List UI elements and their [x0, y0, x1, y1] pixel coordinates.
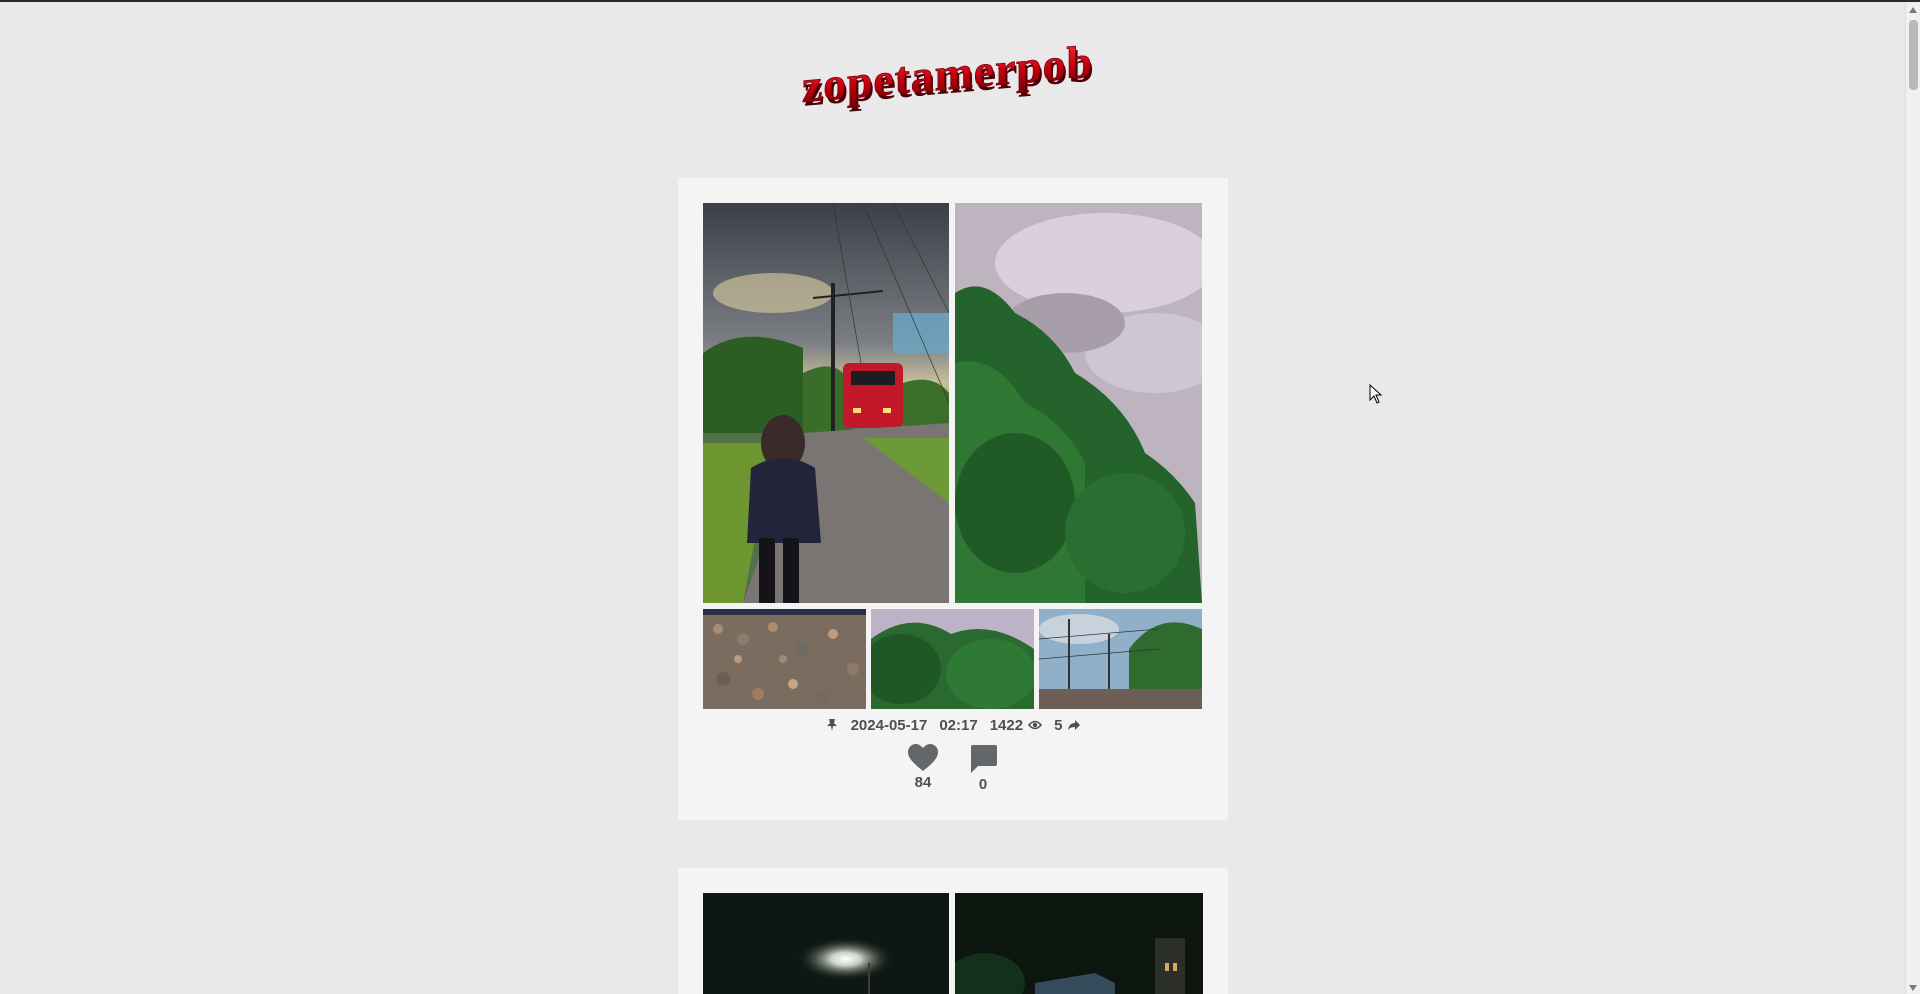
post-card	[678, 868, 1228, 994]
scroll-down-arrow-icon[interactable]	[1909, 985, 1917, 991]
pin-icon	[826, 719, 837, 731]
post-card: 2024-05-17 02:17 1422 5 84 0	[678, 178, 1228, 820]
scrollbar[interactable]	[1905, 2, 1920, 994]
post-date: 2024-05-17	[850, 716, 928, 734]
mouse-cursor-icon	[1369, 384, 1383, 404]
photo-railway-power-lines[interactable]	[1039, 609, 1202, 709]
photo-trees-cloudy-sky[interactable]	[955, 203, 1202, 603]
like-count: 84	[914, 774, 932, 791]
photo-green-trees[interactable]	[871, 609, 1034, 709]
eye-icon	[1028, 720, 1043, 730]
site-logo[interactable]: zopetamerpob zopetamerpob	[798, 36, 1108, 126]
post-time: 02:17	[939, 716, 978, 734]
site-header: zopetamerpob zopetamerpob	[0, 36, 1905, 126]
post-views-count: 1422	[989, 716, 1024, 734]
comment-button[interactable]: 0	[968, 744, 998, 794]
photo-gravel-stones[interactable]	[703, 609, 866, 709]
share-arrow-icon[interactable]	[1067, 719, 1081, 731]
post-shares-count: 5	[1054, 716, 1063, 734]
comment-count: 0	[978, 776, 988, 793]
speech-bubble-icon	[971, 745, 997, 773]
post-actions: 84 0	[678, 744, 1228, 794]
photo-railway-girl-train[interactable]	[703, 203, 949, 603]
heart-icon	[908, 744, 938, 771]
photo-night-house[interactable]	[955, 893, 1203, 994]
post-meta: 2024-05-17 02:17 1422 5	[678, 716, 1228, 734]
scrollbar-thumb[interactable]	[1909, 20, 1918, 90]
scroll-up-arrow-icon[interactable]	[1909, 7, 1917, 13]
photo-night-street-lamp[interactable]	[703, 893, 949, 994]
like-button[interactable]: 84	[908, 744, 938, 794]
